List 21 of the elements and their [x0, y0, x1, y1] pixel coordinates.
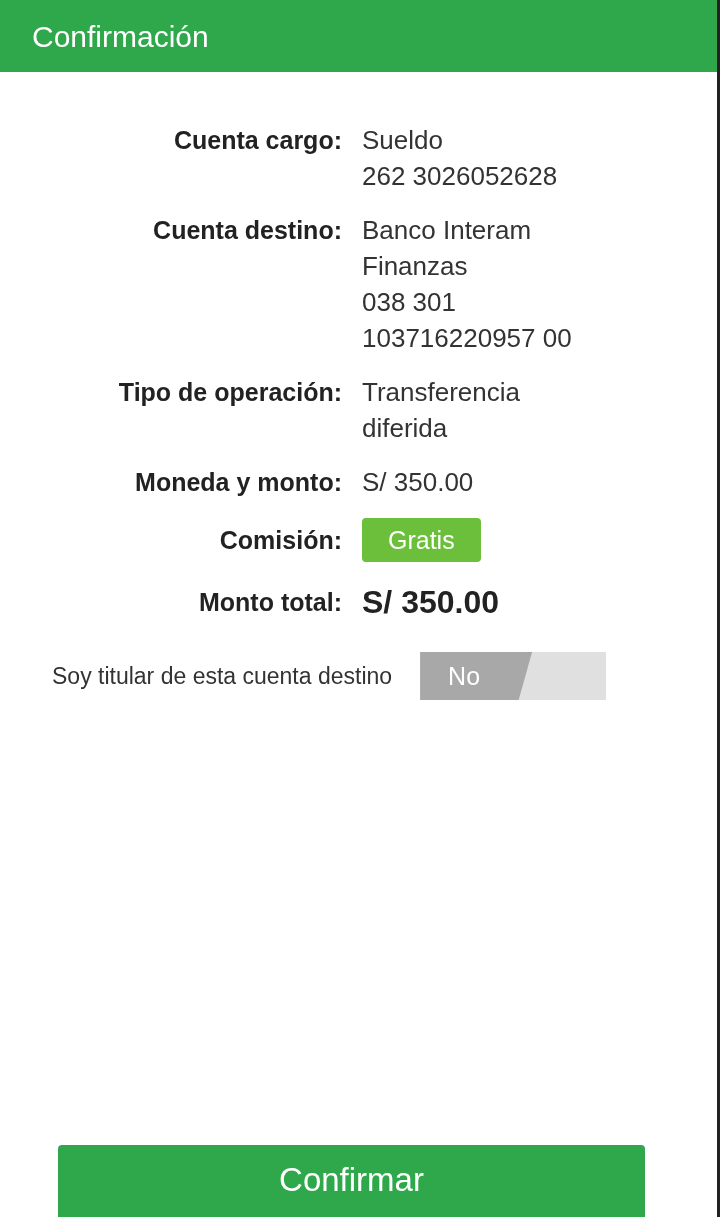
free-badge: Gratis [362, 518, 481, 562]
detail-value: Transferencia [362, 376, 520, 409]
owner-toggle[interactable]: No [420, 652, 607, 700]
detail-value: diferida [362, 412, 449, 445]
detail-value: Banco Interam [362, 214, 533, 247]
detail-value: 038 301 [362, 286, 457, 319]
detail-label: Moneda y monto: [135, 467, 342, 498]
detail-value: S/ 350.00 [362, 466, 474, 499]
detail-value: Finanzas [362, 250, 469, 283]
screen-title: Confirmación [32, 18, 209, 55]
owner-toggle-label: Soy titular de esta cuenta destino [52, 661, 393, 691]
detail-value: 103716220957 00 [362, 322, 572, 355]
detail-label: Cuenta cargo: [173, 125, 342, 156]
detail-label: Cuenta destino: [153, 215, 342, 246]
detail-label: Tipo de operación: [118, 377, 342, 408]
detail-value: 262 3026052628 [362, 160, 558, 193]
detail-label: Comisión: [219, 525, 342, 556]
detail-value: Sueldo [362, 124, 444, 157]
detail-label: Monto total: [199, 587, 342, 618]
detail-value: S/ 350.00 [362, 583, 499, 622]
confirm-button[interactable]: Confirmar [58, 1145, 645, 1217]
